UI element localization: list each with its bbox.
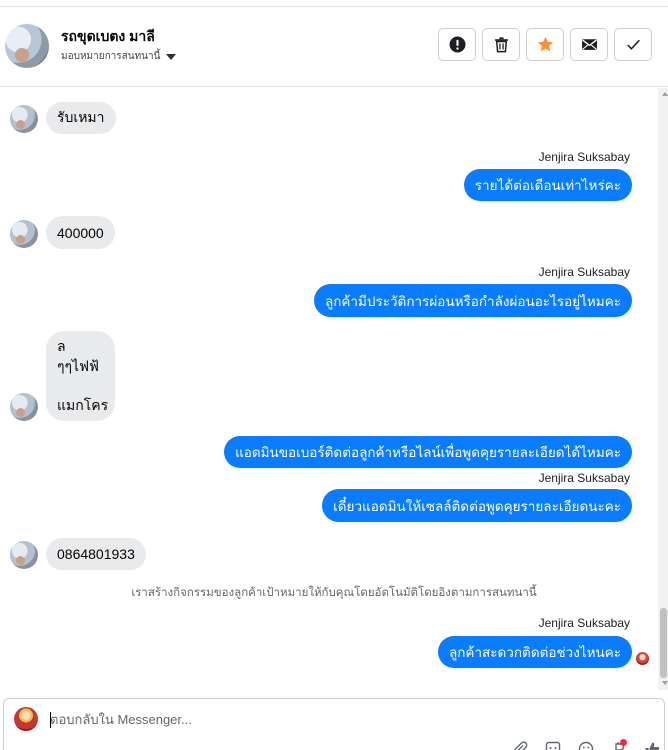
conversation-header: รถขุดเบตง มาลี มอบหมายการสนทนานี้ (0, 7, 668, 87)
message-line: ล (57, 338, 66, 354)
contact-avatar-small (10, 105, 38, 133)
message-line: แมกโคร (57, 396, 109, 413)
sender-name: Jenjira Suksabay (538, 150, 630, 164)
message-bubble-outgoing[interactable]: ลูกค้าสะดวกติดต่อช่วงไหนคะ (437, 636, 632, 668)
scroll-up-arrow-icon[interactable] (662, 92, 668, 96)
contact-avatar-small (10, 393, 38, 421)
thumbs-up-icon[interactable] (644, 741, 660, 750)
contact-avatar-small (10, 220, 38, 248)
caret-down-icon (166, 53, 177, 60)
composer-tools (512, 741, 660, 750)
message-bubble-outgoing[interactable]: แอดมินขอเบอร์ติดต่อลูกค้าหรือไลน์เพื่อพู… (224, 436, 632, 468)
star-button[interactable] (526, 28, 564, 61)
paperclip-icon[interactable] (512, 741, 528, 750)
report-button[interactable] (438, 28, 476, 61)
seen-indicator-avatar (636, 652, 649, 665)
trash-icon (494, 37, 508, 53)
page-avatar (14, 707, 38, 731)
check-icon (626, 39, 640, 50)
message-bubble-incoming[interactable]: ล ๆๆไฟฟ้ แมกโคร (46, 331, 115, 421)
assign-conversation-dropdown[interactable]: มอบหมายการสนทนานี้ (61, 49, 177, 64)
text-caret (50, 712, 51, 728)
message-bubble-incoming[interactable]: 0864801933 (46, 538, 146, 570)
message-bubble-outgoing[interactable]: ลูกค้ามีประวัติการผ่อนหรือกำลังผ่อนอะไรอ… (313, 284, 632, 317)
saved-reply-icon[interactable] (545, 741, 561, 750)
mark-unread-button[interactable] (570, 28, 608, 61)
system-note: เราสร้างกิจกรรมของลูกค้าเป้าหมายให้กับคุ… (131, 587, 537, 599)
notification-dot (620, 739, 627, 746)
message-bubble-incoming[interactable]: 400000 (46, 216, 115, 249)
contact-avatar[interactable] (5, 24, 49, 68)
sender-name: Jenjira Suksabay (538, 471, 630, 485)
thread-scrollbar[interactable] (658, 88, 668, 690)
contact-name[interactable]: รถขุดเบตง มาลี (61, 26, 155, 48)
alert-circle-icon (449, 36, 465, 53)
message-line: ๆๆไฟฟ้ (57, 357, 99, 374)
delete-button[interactable] (482, 28, 520, 61)
message-bubble-outgoing[interactable]: รายได้ต่อเดือนเท่าไหร่คะ (463, 169, 632, 201)
message-bubble-outgoing[interactable]: เดี๋ยวแอดมินให้เซลล์ติดต่อพูดคุยรายละเอี… (322, 489, 632, 522)
sender-name: Jenjira Suksabay (538, 616, 630, 630)
scroll-down-arrow-icon[interactable] (662, 681, 668, 685)
envelope-icon (581, 39, 597, 50)
scrollbar-thumb[interactable] (660, 608, 667, 678)
done-button[interactable] (614, 28, 652, 61)
emoji-icon[interactable] (578, 741, 594, 750)
reply-input[interactable] (50, 712, 610, 727)
assign-label: มอบหมายการสนทนานี้ (61, 51, 161, 62)
contact-avatar-small (10, 541, 38, 569)
sender-name: Jenjira Suksabay (538, 265, 630, 279)
header-actions (438, 28, 652, 61)
message-bubble-incoming[interactable]: รับเหมา (46, 102, 116, 134)
star-icon (537, 36, 553, 52)
reply-composer (3, 698, 665, 750)
